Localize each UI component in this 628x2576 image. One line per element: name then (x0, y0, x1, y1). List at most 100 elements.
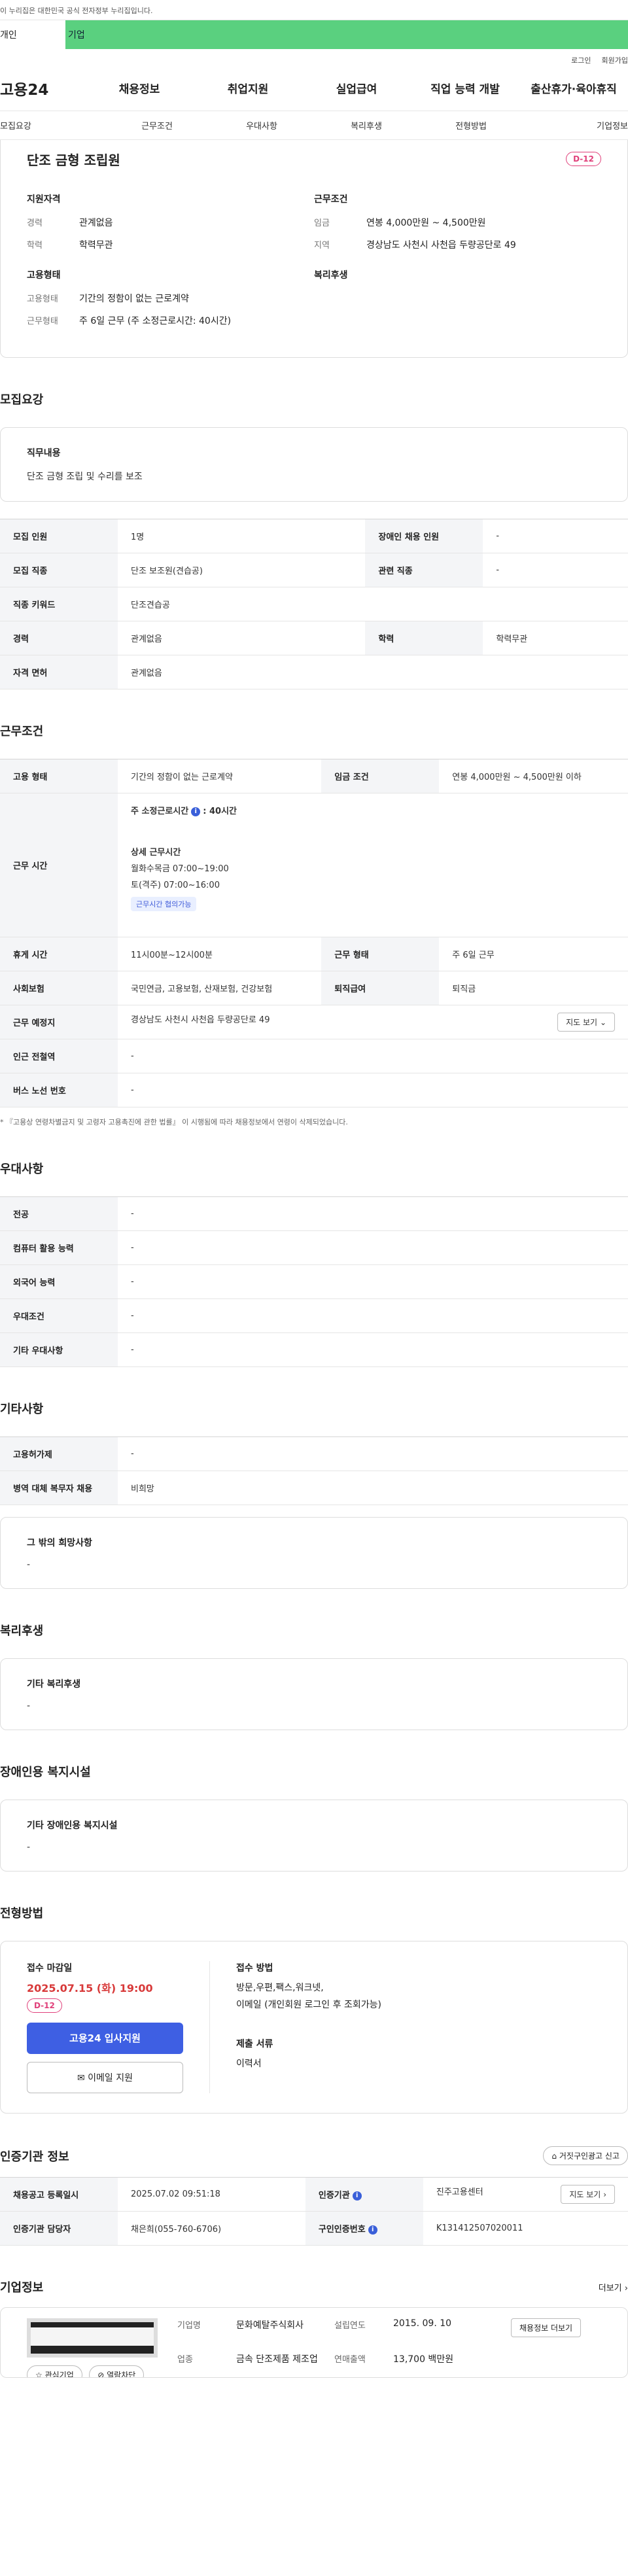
star-icon: ☆ (35, 2371, 43, 2378)
table-header: 경력 (0, 621, 118, 655)
login-link[interactable]: 로그인 (571, 55, 591, 65)
tab-preferences[interactable]: 우대사항 (209, 119, 314, 131)
industry-label: 업종 (177, 2355, 193, 2365)
tab-company[interactable]: 기업정보 (523, 119, 628, 131)
table-header: 근무 시간 (0, 793, 118, 937)
block-button[interactable]: ⊘ 열람차단 (89, 2365, 145, 2377)
agency-section-title: 인증기관 정보 (0, 2150, 69, 2164)
favorite-button[interactable]: ☆ 관심기업 (27, 2365, 82, 2378)
established-label: 설립연도 (334, 2321, 366, 2331)
age-note: * 『고용상 연령차별금지 및 고령자 고용촉진에 관한 법률』 이 시행됨에 … (0, 1118, 348, 1126)
worktime-hours: 40시간 (209, 807, 237, 816)
top-note: 이 누리집은 대한민국 공식 전자정부 누리집입니다. (0, 0, 628, 20)
gnb-item-support[interactable]: 취업지원 (194, 80, 302, 96)
chevron-right-icon: › (603, 2190, 606, 2199)
table-cell: 경상남도 사천시 사천읍 두량공단로 49 지도 보기 ⌄ (118, 1005, 628, 1039)
map-button[interactable]: 지도 보기 ⌄ (557, 1013, 615, 1032)
education-label: 학력 (27, 241, 43, 251)
apply-card: 접수 마감일 2025.07.15 (화) 19:00 D-12 고용24 입사… (0, 1941, 628, 2114)
table-cell: - (118, 1073, 628, 1107)
etc-section: 기타사항 고용허가제 - 병역 대체 복무자 채용 비희망 그 밖의 희망사항 - (0, 1367, 628, 1589)
table-row: 컴퓨터 활용 능력 - (0, 1230, 628, 1265)
company-jobs-button[interactable]: 채용정보 더보기 (511, 2318, 582, 2337)
table-header: 모집 인원 (0, 519, 118, 553)
table-row: 휴게 시간 11시00분~12시00분 근무 형태 주 6일 근무 (0, 937, 628, 971)
table-cell: 학력무관 (483, 621, 628, 655)
table-row: 직종 키워드 단조견습공 (0, 587, 628, 621)
tab-conditions[interactable]: 근무조건 (105, 119, 209, 131)
career-label: 경력 (27, 218, 43, 228)
report-button[interactable]: ⌂ 거짓구인광고 신고 (543, 2146, 628, 2165)
method-text: 방문,우편,팩스,워크넷, (236, 1983, 324, 1993)
table-header: 자격 면허 (0, 655, 118, 689)
email-apply-button[interactable]: ✉ 이메일 지원 (27, 2062, 183, 2093)
table-header: 버스 노선 번호 (0, 1073, 118, 1107)
tab-person[interactable]: 개인 (0, 20, 65, 49)
recruit-section: 모집요강 직무내용 단조 금형 조립 및 수리를 보조 모집 인원 1명 장애인… (0, 358, 628, 689)
gnb-item-jobs[interactable]: 채용정보 (85, 80, 194, 96)
apply-online-button[interactable]: 고용24 입사지원 (27, 2023, 183, 2054)
agency-map-button[interactable]: 지도 보기 › (561, 2185, 615, 2204)
gnb-item-benefits[interactable]: 실업급여 (302, 80, 411, 96)
apply-section-title: 전형방법 (0, 1907, 44, 1921)
industry-value: 금속 단조제품 제조업 (236, 2354, 318, 2365)
utility-bar: 로그인 회원가입 (0, 48, 628, 65)
disability-box: 기타 장애인용 복지시설 - (0, 1800, 628, 1871)
info-icon[interactable]: i (191, 807, 201, 816)
company-section: 기업정보 더보기 › ☆ 관심기업 ⊘ 열람차단 기업명 문화예탈주식회사 설립… (0, 2246, 628, 2378)
tab-company[interactable]: 기업 (65, 20, 628, 49)
etc-box: 그 밖의 희망사항 - (0, 1517, 628, 1589)
deadline-label: 접수 마감일 (27, 1963, 73, 1974)
tab-recruit[interactable]: 모집요강 (0, 119, 105, 131)
area-label: 지역 (314, 241, 330, 251)
worktime-main: 주 소정근로시간 (131, 807, 189, 816)
table-row: 인증기관 담당자 채은희(055-760-6706) 구인인증번호 i K1314… (0, 2211, 628, 2246)
table-cell: - (118, 1436, 628, 1471)
table-row: 버스 노선 번호 - (0, 1073, 628, 1107)
gnb-item-training[interactable]: 직업 능력 개발 (411, 80, 519, 96)
table-cell: 단조 보조원(견습공) (118, 553, 366, 587)
table-cell: 관계없음 (118, 655, 628, 689)
tab-welfare[interactable]: 복리후생 (314, 119, 419, 131)
flex-badge: 근무시간 협의가능 (131, 897, 197, 911)
table-header: 근무 형태 (321, 937, 440, 971)
table-row: 모집 인원 1명 장애인 채용 인원 - (0, 519, 628, 553)
welfare-title: 복리후생 (314, 270, 348, 281)
table-cell: 2025.07.02 09:51:18 (118, 2177, 305, 2212)
info-icon[interactable]: i (368, 2225, 377, 2235)
agency-table: 채용공고 등록일시 2025.07.02 09:51:18 인증기관 i 진주고용… (0, 2177, 628, 2246)
method-title: 접수 방법 (236, 1963, 273, 1974)
gnb-item-leave[interactable]: 출산휴가·육아휴직 (519, 80, 628, 96)
table-cell: 채은희(055-760-6706) (118, 2211, 305, 2246)
etc-table: 고용허가제 - 병역 대체 복무자 채용 비희망 (0, 1436, 628, 1505)
table-cell: 주 6일 근무 (439, 937, 628, 971)
table-row: 병역 대체 복무자 채용 비희망 (0, 1471, 628, 1505)
table-header: 고용허가제 (0, 1436, 118, 1471)
site-tabs: 개인 기업 (0, 20, 628, 49)
section-tabs: 모집요강 근무조건 우대사항 복리후생 전형방법 기업정보 (0, 111, 628, 140)
duty-text: 단조 금형 조립 및 수리를 보조 (27, 472, 143, 482)
table-header: 사회보험 (0, 971, 118, 1005)
welfare-text: - (27, 1701, 31, 1711)
table-cell: - (118, 1298, 628, 1333)
table-row: 고용허가제 - (0, 1436, 628, 1471)
signup-link[interactable]: 회원가입 (602, 55, 628, 65)
site-logo[interactable]: 고용24 (0, 77, 85, 99)
conditions-block: 근무조건 임금 연봉 4,000만원 ~ 4,500만원 지역 경상남도 사천시 사… (314, 192, 601, 260)
table-row: 채용공고 등록일시 2025.07.02 09:51:18 인증기관 i 진주고용… (0, 2177, 628, 2212)
career-value: 관계없음 (79, 218, 113, 228)
tab-selection[interactable]: 전형방법 (419, 119, 523, 131)
wage-label: 임금 (314, 218, 330, 228)
docs-title: 제출 서류 (236, 2039, 273, 2049)
table-cell: 국민연금, 고용보험, 산재보험, 건강보험 (118, 971, 322, 1005)
company-more-link[interactable]: 더보기 › (599, 2281, 628, 2293)
table-cell: - (118, 1196, 628, 1231)
docs-text: 이력서 (236, 2059, 262, 2069)
info-icon[interactable]: i (352, 2191, 362, 2201)
table-header: 휴게 시간 (0, 937, 118, 971)
qualification-block: 지원자격 경력 관계없음 학력 학력무관 (27, 192, 314, 260)
table-header: 인증기관 담당자 (0, 2211, 118, 2246)
emptype-value: 기간의 정함이 없는 근로계약 (79, 294, 189, 304)
global-nav: 고용24 채용정보 취업지원 실업급여 직업 능력 개발 출산휴가·육아휴직 (0, 65, 628, 111)
recruit-table: 모집 인원 1명 장애인 채용 인원 - 모집 직종 단조 보조원(견습공) 관… (0, 519, 628, 689)
